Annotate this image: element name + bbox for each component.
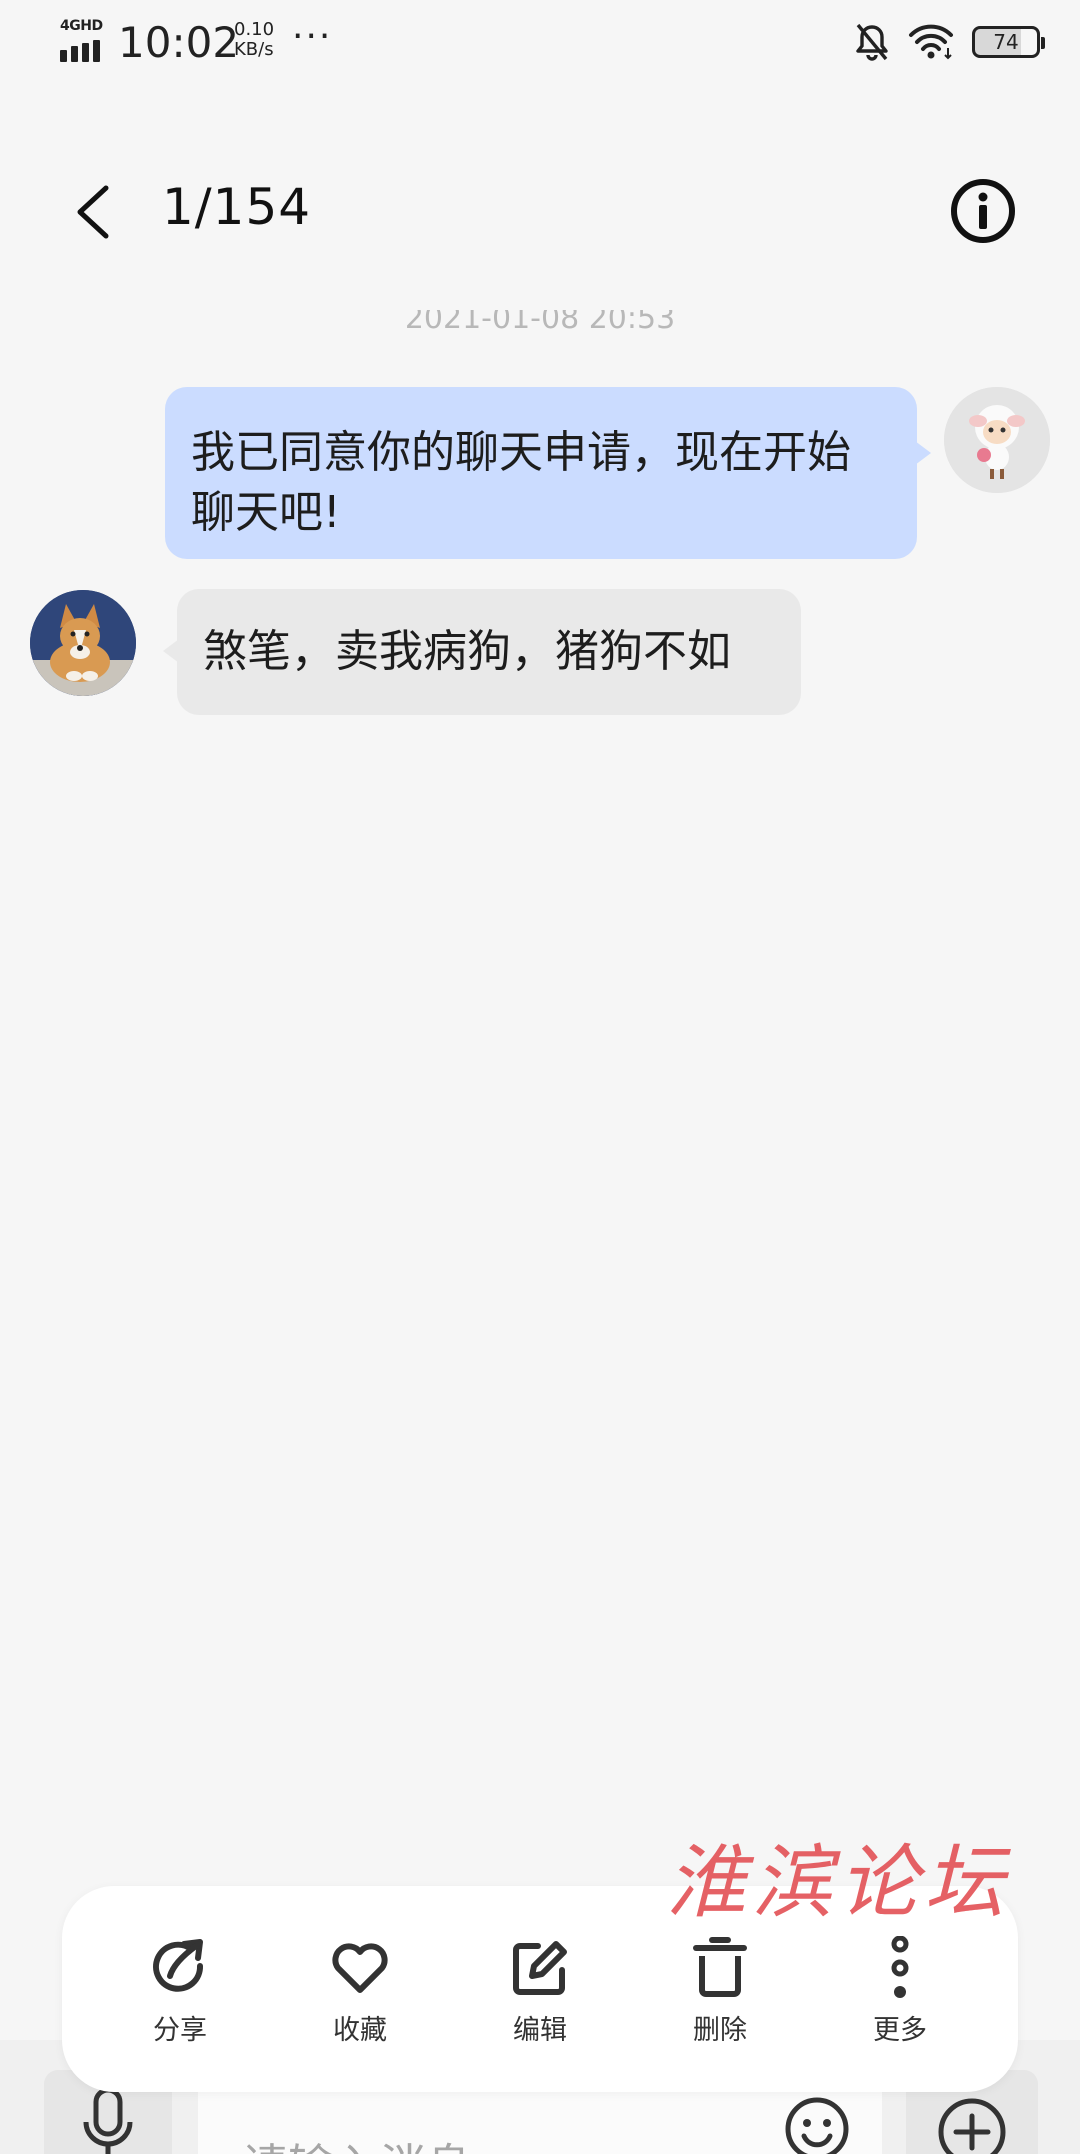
- more-vertical-icon: [891, 1936, 909, 1998]
- share-icon: [153, 1939, 204, 1992]
- watermark-text: 淮滨论坛: [666, 1836, 1011, 1929]
- status-bar: 4GHD 10:02 0.10 KB/s ··· 74: [0, 0, 1080, 84]
- conversation-header: 1/154: [0, 170, 1080, 252]
- status-time: 10:02: [118, 18, 240, 67]
- forum-watermark: 淮滨论坛: [666, 1836, 1011, 1929]
- edit-button[interactable]: 编辑: [480, 1936, 600, 2066]
- sheep-avatar[interactable]: [944, 387, 1050, 493]
- corgi-avatar[interactable]: [30, 590, 136, 696]
- info-icon[interactable]: [950, 178, 1016, 244]
- more-label: 更多: [873, 2015, 927, 2046]
- delete-button[interactable]: 删除: [660, 1936, 780, 2066]
- message-bubble-incoming[interactable]: 煞笔，卖我病狗，猪狗不如: [163, 589, 801, 715]
- edit-label: 编辑: [513, 2015, 567, 2046]
- battery-level: 74: [993, 30, 1019, 54]
- bell-muted-icon: [856, 23, 888, 61]
- battery-icon: 74: [972, 26, 1045, 58]
- more-notifications-icon: ···: [292, 16, 333, 57]
- edit-icon: [513, 1941, 567, 1995]
- network-speed: 0.10 KB/s: [234, 20, 274, 60]
- delete-label: 删除: [693, 2015, 747, 2046]
- share-label: 分享: [153, 2015, 207, 2046]
- share-button[interactable]: 分享: [120, 1936, 240, 2066]
- plus-icon: [938, 2098, 1006, 2154]
- page-title: 1/154: [162, 178, 312, 236]
- message-input-placeholder: 请输入消息...: [242, 2130, 516, 2154]
- network-type: 4GHD: [60, 18, 103, 34]
- more-button[interactable]: 更多: [840, 1936, 960, 2066]
- signal-icon: 4GHD: [58, 18, 108, 62]
- trash-icon: [693, 1937, 747, 1997]
- message-timestamp: 2021-01-08 20:53: [404, 310, 676, 336]
- message-bubble-outgoing[interactable]: 我已同意你的聊天申请，现在开始聊天吧!: [165, 387, 931, 559]
- chevron-left-icon[interactable]: [70, 182, 120, 242]
- smile-icon[interactable]: [784, 2096, 850, 2154]
- favorite-button[interactable]: 收藏: [300, 1936, 420, 2066]
- speed-value: 0.10: [234, 19, 275, 40]
- heart-icon: [332, 1943, 388, 1993]
- favorite-label: 收藏: [333, 2015, 387, 2046]
- wifi-icon: [909, 24, 953, 60]
- speed-unit: KB/s: [234, 39, 274, 60]
